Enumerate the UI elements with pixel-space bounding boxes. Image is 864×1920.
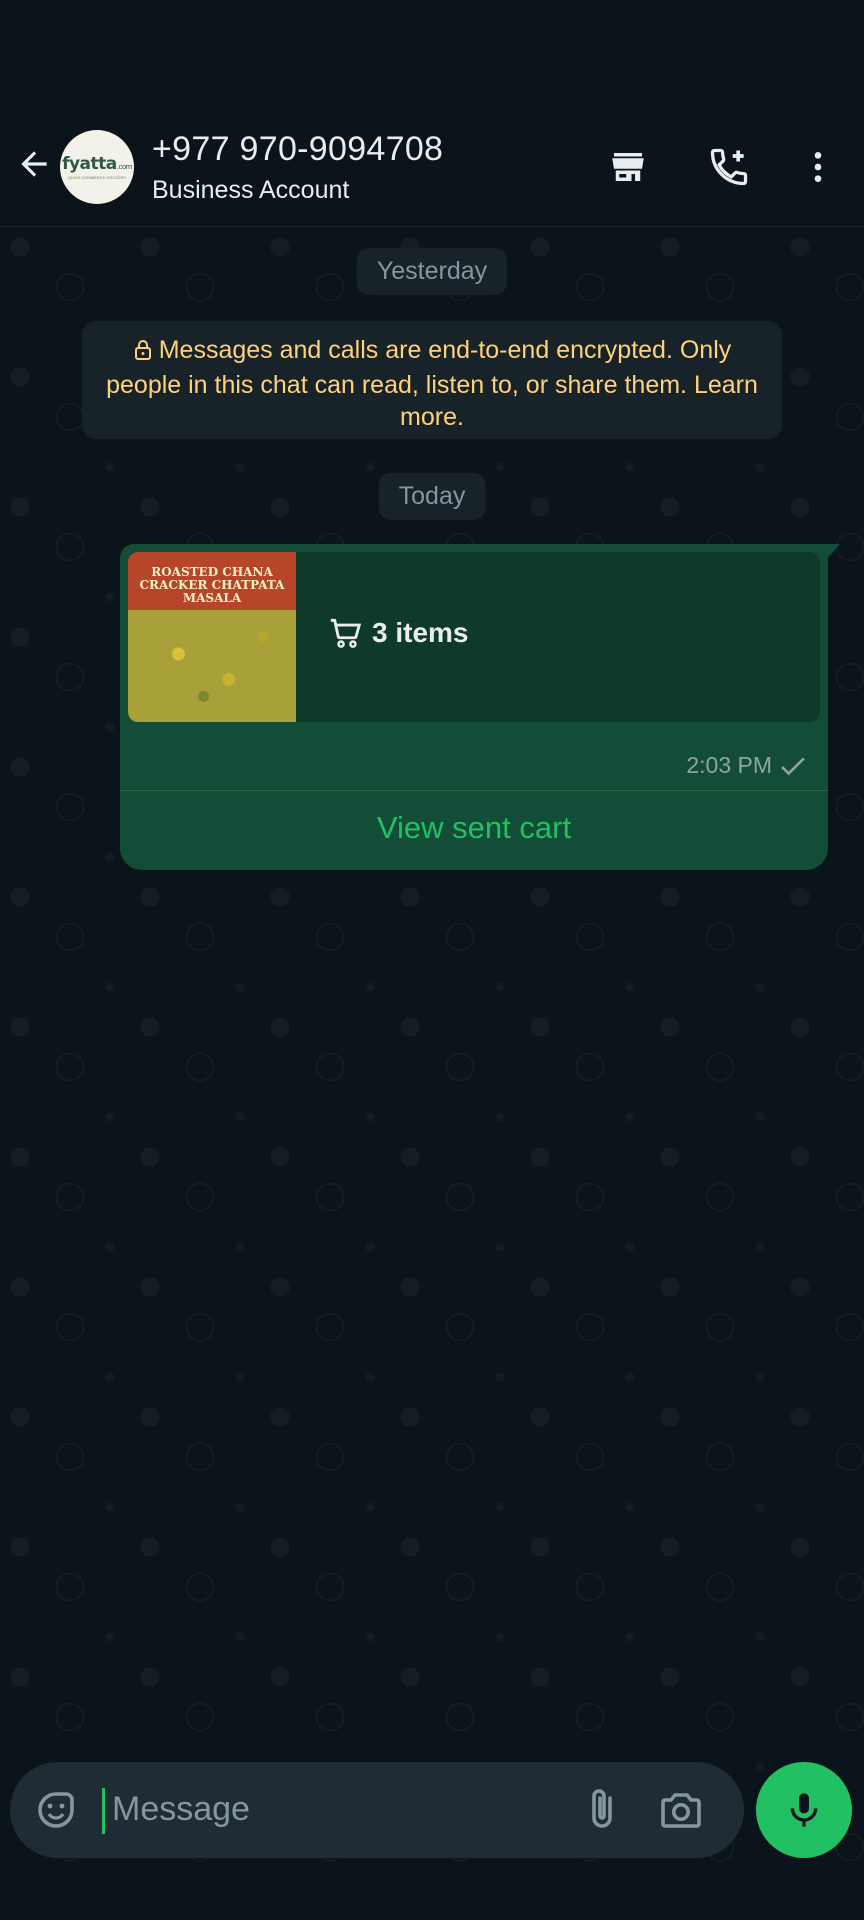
paperclip-icon xyxy=(592,1789,612,1828)
message-meta: 2:03 PM xyxy=(686,752,806,779)
avatar-tagline: QUICK COMMERCE GROCERY xyxy=(67,175,127,180)
system-nav-bar xyxy=(0,1870,864,1920)
encryption-notice[interactable]: Messages and calls are end-to-end encryp… xyxy=(82,321,782,439)
view-sent-cart-button[interactable]: View sent cart xyxy=(120,810,828,846)
storefront-icon xyxy=(612,153,644,181)
product-image-text: ROASTED CHANA CRACKER CHATPATA MASALA xyxy=(139,565,285,605)
camera-icon xyxy=(661,1793,701,1828)
outgoing-cart-message[interactable]: ROASTED CHANA CRACKER CHATPATA MASALA 3 … xyxy=(120,544,840,870)
more-options-button[interactable] xyxy=(793,142,843,192)
voice-message-button[interactable] xyxy=(756,1762,852,1858)
sticker-button[interactable] xyxy=(32,1786,80,1834)
text-cursor xyxy=(102,1788,105,1834)
add-call-button[interactable] xyxy=(704,142,754,192)
message-time: 2:03 PM xyxy=(686,752,772,778)
message-composer: Message xyxy=(10,1762,744,1858)
avatar[interactable]: fyatta.com QUICK COMMERCE GROCERY xyxy=(60,130,134,204)
microphone-icon xyxy=(790,1793,818,1827)
chat-header: fyatta.com QUICK COMMERCE GROCERY +977 9… xyxy=(0,120,864,227)
shopping-cart-icon xyxy=(330,618,362,648)
back-button[interactable] xyxy=(12,142,56,186)
bubble-divider xyxy=(120,790,828,791)
lock-icon xyxy=(133,337,153,369)
back-arrow-icon xyxy=(21,151,47,177)
more-vert-icon xyxy=(814,152,822,182)
product-image: ROASTED CHANA CRACKER CHATPATA MASALA xyxy=(128,552,296,722)
message-input[interactable]: Message xyxy=(112,1790,250,1829)
contact-subtitle[interactable]: Business Account xyxy=(152,176,349,205)
sticker-icon xyxy=(38,1792,74,1828)
status-bar xyxy=(0,0,864,120)
date-chip-today: Today xyxy=(378,473,486,520)
single-check-icon xyxy=(781,756,805,775)
contact-name[interactable]: +977 970-9094708 xyxy=(152,130,443,169)
camera-button[interactable] xyxy=(656,1786,706,1834)
bubble-tail xyxy=(826,544,840,560)
cart-card[interactable]: ROASTED CHANA CRACKER CHATPATA MASALA 3 … xyxy=(128,552,820,722)
cart-summary: 3 items xyxy=(326,614,469,652)
attach-button[interactable] xyxy=(578,1786,626,1834)
encryption-notice-text: Messages and calls are end-to-end encryp… xyxy=(106,336,758,431)
date-chip-yesterday: Yesterday xyxy=(356,248,508,295)
cart-items-label: 3 items xyxy=(372,617,469,648)
catalog-button[interactable] xyxy=(603,142,653,192)
avatar-brand: fyatta.com xyxy=(62,154,132,174)
add-call-icon xyxy=(710,148,748,186)
